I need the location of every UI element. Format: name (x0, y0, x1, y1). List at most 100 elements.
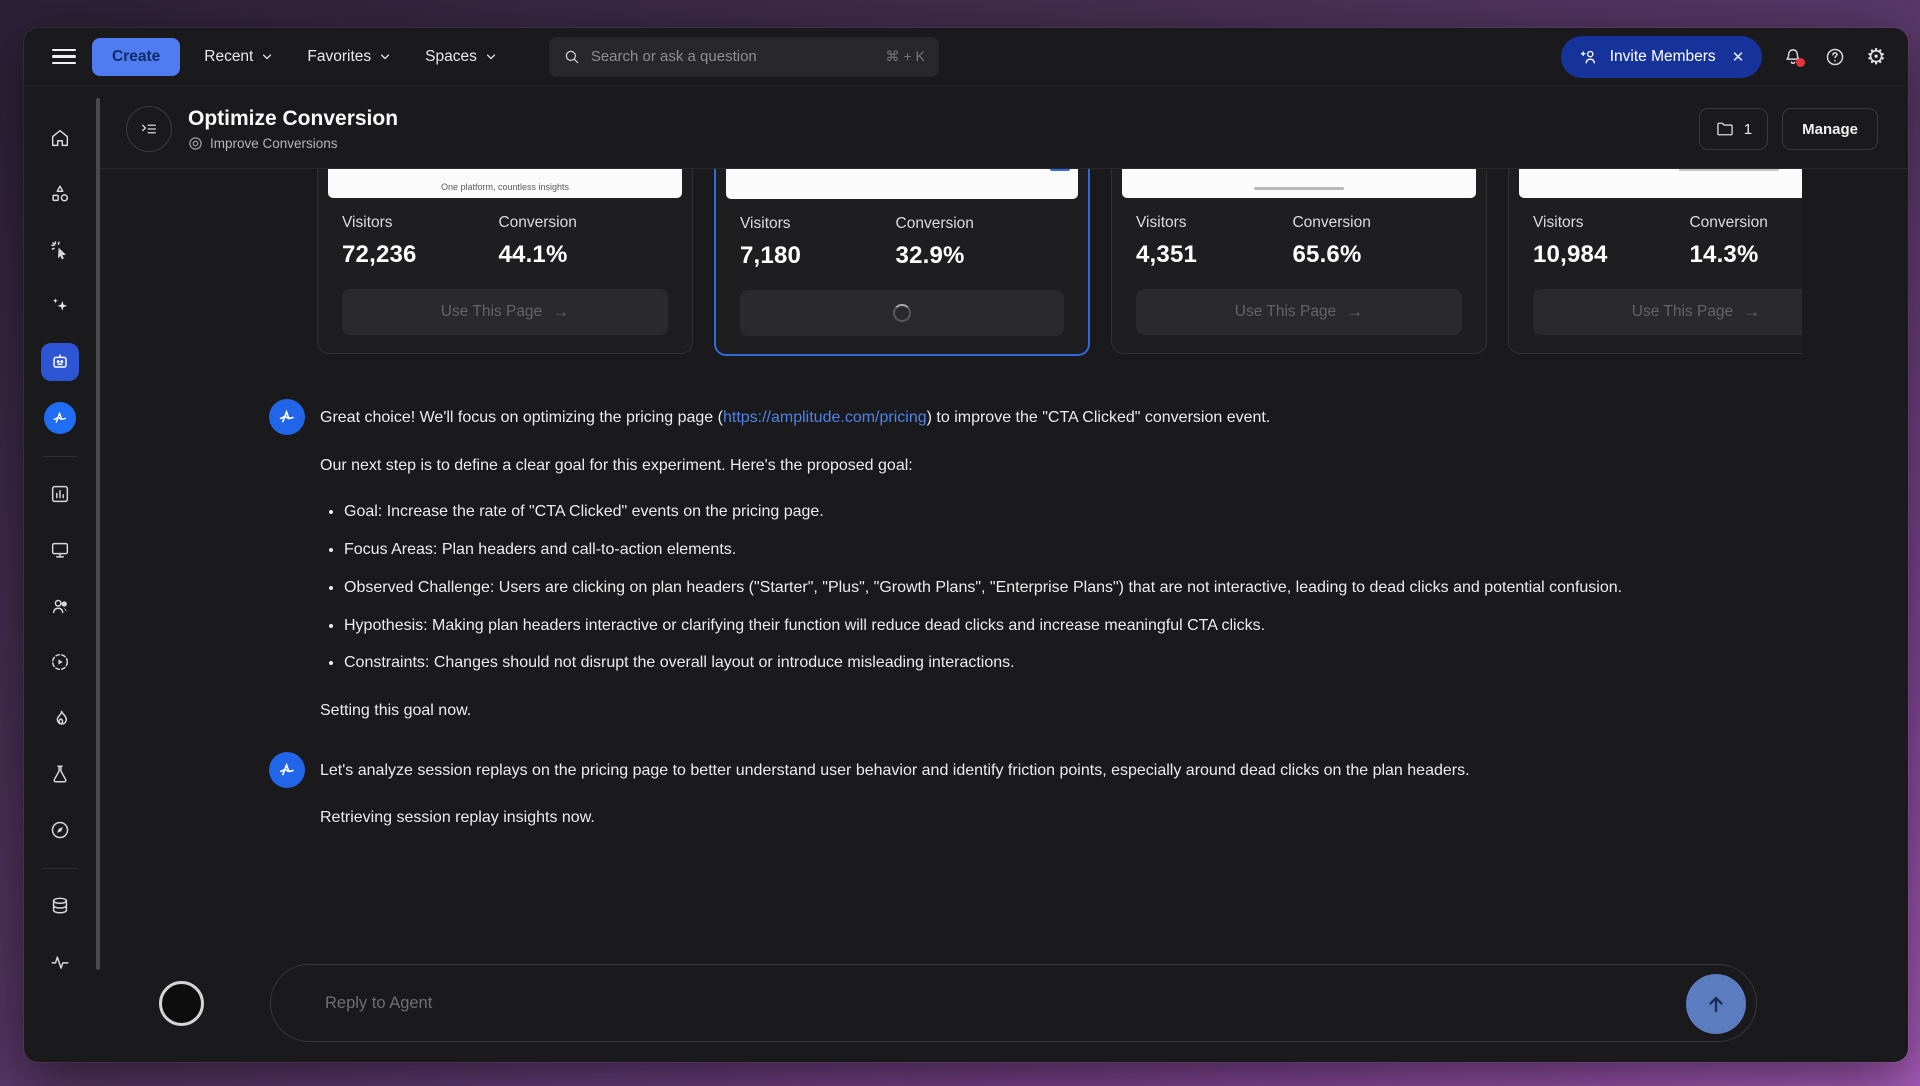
documents-button[interactable]: 1 (1699, 108, 1768, 150)
agent-bot-icon (49, 351, 71, 373)
notifications-button[interactable] (1782, 46, 1804, 68)
sidebar-item-dashboards[interactable] (24, 522, 96, 578)
agent-avatar (269, 752, 305, 788)
sidebar-item-home[interactable] (24, 110, 96, 166)
visitors-label: Visitors (1136, 214, 1292, 232)
page-thumbnail (726, 169, 1078, 199)
conversion-value: 32.9% (896, 242, 1052, 270)
message-paragraph: Our next step is to define a clear goal … (320, 453, 1622, 479)
loading-spinner-icon (893, 304, 911, 322)
settings-button[interactable]: ⚙ (1866, 46, 1886, 68)
page-cards-carousel: One platform, countless insights Visitor… (100, 169, 1802, 373)
database-icon (49, 895, 71, 917)
bullet-observed-challenge: Observed Challenge: Users are clicking o… (344, 576, 1622, 601)
sidebar-item-audiences[interactable] (24, 578, 96, 634)
thumbnail-caption: One platform, countless insights (328, 182, 682, 192)
search-shortcut: ⌘ + K (886, 48, 925, 65)
search-placeholder: Search or ask a question (591, 48, 757, 65)
left-sidebar (24, 86, 96, 1062)
goal-target-icon (188, 136, 203, 151)
agent-message-1: Great choice! We'll focus on optimizing … (269, 399, 1740, 724)
page-card-1[interactable]: One platform, countless insights Visitor… (317, 169, 693, 354)
conversion-value: 14.3% (1689, 241, 1802, 269)
pricing-page-link[interactable]: https://amplitude.com/pricing (723, 409, 927, 426)
sidebar-item-objects[interactable] (24, 166, 96, 222)
visitors-label: Visitors (740, 215, 896, 233)
folder-icon (1715, 119, 1735, 139)
sidebar-item-agent-active[interactable] (24, 334, 96, 390)
use-this-page-button[interactable]: Use This Page→ (1533, 289, 1802, 335)
visitors-value: 7,180 (740, 242, 896, 270)
conversion-label: Conversion (896, 215, 1052, 233)
cursor-click-icon (49, 239, 71, 261)
visitors-value: 10,984 (1533, 241, 1689, 269)
visitors-label: Visitors (342, 214, 498, 232)
page-card-3[interactable]: Visitors4,351 Conversion65.6% Use This P… (1111, 169, 1487, 354)
visitors-value: 72,236 (342, 241, 498, 269)
close-icon[interactable]: ✕ (1732, 48, 1745, 66)
use-this-page-button[interactable]: Use This Page→ (342, 289, 668, 335)
sidebar-item-ai[interactable] (24, 278, 96, 334)
sidebar-item-heatmaps[interactable] (24, 690, 96, 746)
agent-avatar (269, 399, 305, 435)
hamburger-menu-icon[interactable] (52, 49, 76, 64)
bar-chart-icon (49, 483, 71, 505)
menu-recent[interactable]: Recent (194, 40, 283, 74)
search-input[interactable]: Search or ask a question ⌘ + K (549, 37, 939, 77)
reply-input[interactable] (271, 965, 1756, 1041)
conversion-label: Conversion (498, 214, 654, 232)
menu-spaces[interactable]: Spaces (415, 40, 507, 74)
sidebar-item-session-replay[interactable] (24, 634, 96, 690)
collapse-list-icon (139, 119, 159, 139)
chevron-down-icon (379, 51, 391, 63)
bullet-constraints: Constraints: Changes should not disrupt … (344, 651, 1622, 676)
page-thumbnail (1122, 169, 1476, 198)
invite-members-label: Invite Members (1610, 48, 1716, 66)
page-title: Optimize Conversion (188, 107, 398, 131)
manage-button[interactable]: Manage (1782, 108, 1878, 150)
page-card-4[interactable]: Visitors10,984 Conversion14.3% Use This … (1508, 169, 1802, 354)
page-card-2-selected[interactable]: Visitors 7,180 Conversion 32.9% (714, 169, 1090, 356)
sidebar-item-events[interactable] (24, 222, 96, 278)
goal-bullet-list: Goal: Increase the rate of "CTA Clicked"… (320, 500, 1622, 676)
invite-members-button[interactable]: Invite Members ✕ (1561, 36, 1763, 78)
doc-count: 1 (1744, 121, 1752, 138)
users-icon (49, 595, 71, 617)
create-button[interactable]: Create (92, 38, 180, 76)
conversion-value: 65.6% (1292, 241, 1448, 269)
app-window: Create Recent Favorites Spaces Search or… (24, 28, 1908, 1062)
arrow-right-icon: → (552, 302, 569, 322)
send-button[interactable] (1686, 974, 1746, 1034)
sidebar-item-experiments[interactable] (24, 746, 96, 802)
activity-pulse-icon (49, 951, 71, 973)
sidebar-item-activity[interactable] (24, 934, 96, 990)
arrow-up-icon (1703, 991, 1729, 1017)
sidebar-item-charts[interactable] (24, 466, 96, 522)
monitor-icon (49, 539, 71, 561)
home-icon (49, 127, 71, 149)
arrow-right-icon: → (1346, 302, 1363, 322)
use-this-page-button[interactable]: Use This Page→ (1136, 289, 1462, 335)
panel-toggle-button[interactable] (126, 106, 172, 152)
sidebar-item-discover[interactable] (24, 802, 96, 858)
help-button[interactable] (1824, 46, 1846, 68)
visitors-value: 4,351 (1136, 241, 1292, 269)
bullet-focus-areas: Focus Areas: Plan headers and call-to-ac… (344, 538, 1622, 563)
sidebar-item-amplitude[interactable] (24, 390, 96, 446)
menu-favorites[interactable]: Favorites (297, 40, 401, 74)
shapes-icon (49, 183, 71, 205)
experiment-flask-icon (49, 763, 71, 785)
amplitude-logo-icon (276, 759, 298, 781)
record-indicator[interactable] (159, 981, 204, 1026)
message-paragraph: Great choice! We'll focus on optimizing … (320, 405, 1622, 431)
page-header: Optimize Conversion Improve Conversions … (100, 86, 1908, 169)
session-replay-icon (49, 651, 71, 673)
page-subtitle: Improve Conversions (210, 136, 338, 151)
top-nav: Create Recent Favorites Spaces Search or… (24, 28, 1908, 86)
sparkles-icon (49, 295, 71, 317)
use-this-page-button-loading[interactable] (740, 290, 1064, 336)
conversion-value: 44.1% (498, 241, 654, 269)
sidebar-item-data[interactable] (24, 878, 96, 934)
reply-field-container (270, 964, 1757, 1042)
search-icon (563, 48, 581, 66)
